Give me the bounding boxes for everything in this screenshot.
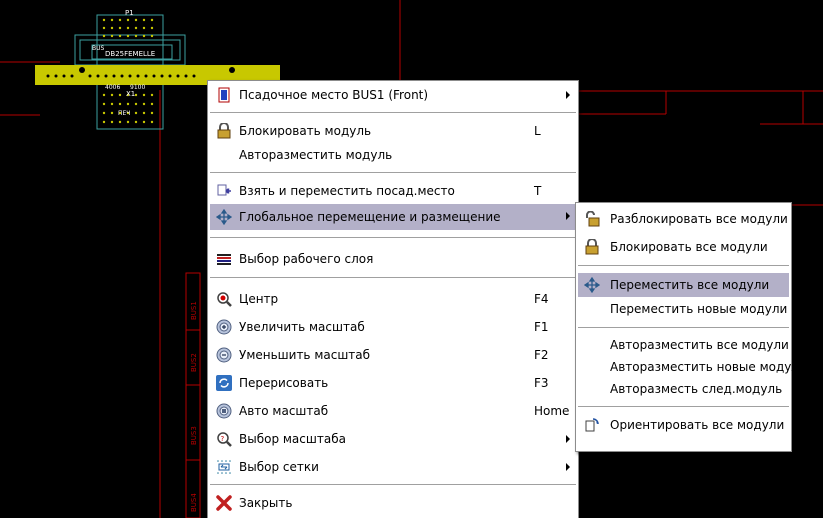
- submenu-item-autoplace-new[interactable]: Авторазместить новые модули: [578, 355, 807, 379]
- menu-item-center[interactable]: Центр F4: [210, 287, 576, 311]
- submenu-item-autoplace-next[interactable]: Авторазместь след.модуль: [578, 377, 789, 401]
- move-footprint-icon: [216, 183, 232, 199]
- submenu-arrow-icon: [566, 435, 570, 443]
- pcb-canvas[interactable]: BUS1 BUS2 BUS3 BUS4 P1 DB25FEMELLE BUS X…: [0, 0, 823, 518]
- side-label-3: BUS3: [190, 426, 198, 445]
- menu-item-zoom-out[interactable]: Уменьшить масштаб F2: [210, 343, 576, 367]
- menu-item-close[interactable]: Закрыть: [210, 491, 576, 515]
- menu-separator: [210, 484, 576, 486]
- menu-item-lock-module[interactable]: Блокировать модуль L: [210, 119, 576, 143]
- pin-label: 9100: [130, 84, 145, 91]
- global-move-submenu: Разблокировать все модули Блокировать вс…: [575, 202, 807, 452]
- submenu-item-move-new[interactable]: Переместить новые модули: [578, 297, 789, 321]
- net-label: ПЕЧ: [118, 110, 130, 117]
- menu-separator: [210, 112, 576, 114]
- menu-separator: [578, 265, 789, 267]
- submenu-arrow-icon: [566, 463, 570, 471]
- zoom-auto-icon: [216, 403, 232, 419]
- side-label-4: BUS4: [190, 493, 198, 512]
- comp-value: DB25FEMELLE: [105, 50, 155, 58]
- zoom-in-icon: [216, 319, 232, 335]
- submenu-item-autoplace-all[interactable]: Авторазместить все модули: [578, 333, 789, 357]
- bus-label: BUS: [92, 45, 105, 52]
- submenu-item-move-all[interactable]: Переместить все модули: [578, 273, 789, 297]
- grid-icon: [216, 459, 232, 475]
- svg-text:?: ?: [221, 435, 225, 443]
- redraw-icon: [216, 375, 232, 391]
- menu-separator: [578, 327, 789, 329]
- menu-item-zoom-in[interactable]: Увеличить масштаб F1: [210, 315, 576, 339]
- side-label-2: BUS2: [190, 353, 198, 372]
- layers-icon: [216, 251, 232, 267]
- zoom-out-icon: [216, 347, 232, 363]
- submenu-item-unlock-all[interactable]: Разблокировать все модули: [578, 207, 789, 231]
- move-arrows-icon: [215, 208, 233, 226]
- lock-icon: [584, 238, 600, 255]
- menu-item-autoplace-module[interactable]: Авторазместить модуль: [210, 143, 576, 167]
- submenu-item-orient-all[interactable]: Ориентировать все модули: [578, 413, 789, 437]
- menu-separator: [210, 172, 576, 174]
- dev-label: 4006: [105, 84, 120, 91]
- submenu-arrow-icon: [566, 212, 570, 220]
- close-icon: [216, 495, 232, 511]
- menu-item-auto-zoom[interactable]: Авто масштаб Home: [210, 399, 576, 423]
- orient-icon: [584, 417, 600, 433]
- x1-label: X1: [126, 90, 135, 98]
- submenu-item-lock-all[interactable]: Блокировать все модули: [578, 235, 789, 259]
- menu-item-redraw[interactable]: Перерисовать F3: [210, 371, 576, 395]
- zoom-center-icon: [216, 291, 232, 307]
- menu-item-global-move[interactable]: Глобальное перемещение и размещение: [210, 204, 576, 230]
- context-menu: Псадочное место BUS1 (Front) Блокировать…: [207, 80, 579, 518]
- menu-item-take-footprint[interactable]: Взять и переместить посад.место T: [210, 179, 576, 203]
- menu-item-zoom-select[interactable]: ? Выбор масштаба: [210, 427, 576, 451]
- menu-separator: [210, 237, 576, 239]
- side-label-1: BUS1: [190, 301, 198, 320]
- menu-item-footprint[interactable]: Псадочное место BUS1 (Front): [210, 83, 576, 107]
- menu-item-grid-select[interactable]: Выбор сетки: [210, 455, 576, 479]
- menu-item-select-layer[interactable]: Выбор рабочего слоя: [210, 247, 576, 271]
- comp-ref: P1: [125, 9, 134, 17]
- menu-separator: [210, 277, 576, 279]
- menu-separator: [578, 406, 789, 408]
- footprint-icon: [216, 87, 232, 103]
- side-labels: BUS1 BUS2 BUS3 BUS4: [185, 272, 201, 518]
- move-arrows-icon: [583, 276, 601, 294]
- unlock-icon: [584, 210, 600, 227]
- submenu-arrow-icon: [566, 91, 570, 99]
- lock-icon: [216, 122, 232, 139]
- zoom-select-icon: ?: [216, 431, 232, 447]
